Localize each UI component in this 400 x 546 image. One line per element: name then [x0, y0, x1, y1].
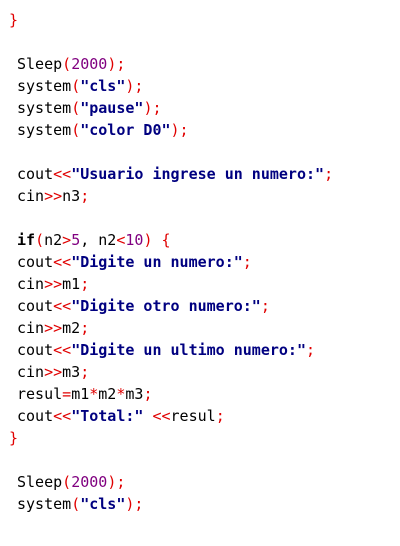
- code-token: (: [71, 99, 81, 117]
- code-token: cin: [17, 363, 45, 381]
- code-token: (: [71, 495, 81, 513]
- code-line: Sleep(2000);: [17, 471, 125, 493]
- code-token: m3: [125, 385, 144, 403]
- code-token: 2000: [71, 473, 108, 491]
- code-token: ;: [80, 275, 90, 293]
- code-line: resul=m1*m2*m3;: [17, 383, 152, 405]
- code-line: cout<<"Digite un numero:";: [17, 251, 252, 273]
- code-token: cin: [17, 187, 45, 205]
- code-line: cin>>n3;: [17, 185, 89, 207]
- code-token: "pause": [80, 99, 144, 117]
- code-token: "cls": [80, 77, 126, 95]
- code-line: cin>>m3;: [17, 361, 89, 383]
- code-token: ;: [260, 297, 270, 315]
- code-token: "cls": [80, 495, 126, 513]
- code-token: , n2: [80, 231, 117, 249]
- code-token: "Digite un ultimo numero:": [71, 341, 306, 359]
- code-token: (: [62, 55, 72, 73]
- code-line: Sleep(2000);: [17, 53, 125, 75]
- code-token: cout: [17, 407, 54, 425]
- code-line: cin>>m2;: [17, 317, 89, 339]
- code-token: >: [62, 231, 72, 249]
- code-line: system("cls");: [17, 493, 143, 515]
- code-token: ;: [242, 253, 252, 271]
- code-token: resul: [170, 407, 216, 425]
- code-token: <<: [53, 407, 72, 425]
- code-token: <<: [53, 165, 72, 183]
- code-token: 5: [71, 231, 81, 249]
- code-token: 10: [125, 231, 144, 249]
- code-token: system: [17, 99, 72, 117]
- code-token: );: [143, 99, 162, 117]
- code-token: m1: [62, 275, 81, 293]
- code-token: m3: [62, 363, 81, 381]
- code-token: "Total:": [71, 407, 144, 425]
- code-token: n2: [44, 231, 63, 249]
- code-token: }: [9, 11, 19, 29]
- code-token: <<: [152, 407, 171, 425]
- code-token: <<: [53, 297, 72, 315]
- code-line: }: [9, 427, 18, 449]
- code-token: cin: [17, 319, 45, 337]
- code-token: cin: [17, 275, 45, 293]
- code-token: "Digite otro numero:": [71, 297, 261, 315]
- code-token: >>: [44, 275, 63, 293]
- code-token: ;: [143, 385, 153, 403]
- code-token: m2: [98, 385, 117, 403]
- code-line: if(n2>5, n2<10) {: [17, 229, 171, 251]
- code-line: }: [9, 9, 18, 31]
- code-token: cout: [17, 297, 54, 315]
- code-line: system("cls");: [17, 75, 143, 97]
- code-token: resul: [17, 385, 63, 403]
- code-token: <<: [53, 341, 72, 359]
- code-token: >>: [44, 187, 63, 205]
- code-line: cout<<"Total:" <<resul;: [17, 405, 225, 427]
- code-token: );: [125, 77, 144, 95]
- code-token: cout: [17, 165, 54, 183]
- code-token: <<: [53, 253, 72, 271]
- code-token: =: [62, 385, 72, 403]
- code-line: cout<<"Digite un ultimo numero:";: [17, 339, 315, 361]
- code-token: (: [71, 77, 81, 95]
- code-editor[interactable]: } Sleep(2000); system("cls"); system("pause…: [0, 0, 400, 546]
- code-token: ;: [80, 187, 90, 205]
- code-token: if: [17, 231, 36, 249]
- code-token: "Usuario ingrese un numero:": [71, 165, 325, 183]
- code-token: (: [71, 121, 81, 139]
- code-line: cout<<"Usuario ingrese un numero:";: [17, 163, 333, 185]
- code-token: );: [125, 495, 144, 513]
- code-token: (: [35, 231, 45, 249]
- code-token: *: [89, 385, 99, 403]
- code-token: ;: [80, 363, 90, 381]
- code-token: "Digite un numero:": [71, 253, 243, 271]
- code-token: Sleep: [17, 473, 63, 491]
- code-token: ) {: [143, 231, 171, 249]
- code-token: cout: [17, 253, 54, 271]
- code-token: ;: [324, 165, 334, 183]
- code-token: (: [62, 473, 72, 491]
- code-token: 2000: [71, 55, 108, 73]
- code-line: system("color D0");: [17, 119, 189, 141]
- code-token: m1: [71, 385, 90, 403]
- code-token: >>: [44, 363, 63, 381]
- code-token: ;: [80, 319, 90, 337]
- code-token: Sleep: [17, 55, 63, 73]
- code-token: ;: [306, 341, 316, 359]
- code-token: >>: [44, 319, 63, 337]
- code-token: system: [17, 121, 72, 139]
- code-token: n3: [62, 187, 81, 205]
- code-token: ;: [215, 407, 225, 425]
- code-token: }: [9, 429, 19, 447]
- code-token: );: [170, 121, 189, 139]
- code-token: system: [17, 77, 72, 95]
- code-line: system("pause");: [17, 97, 162, 119]
- code-token: cout: [17, 341, 54, 359]
- code-token: system: [17, 495, 72, 513]
- code-token: "color D0": [80, 121, 171, 139]
- code-line: cin>>m1;: [17, 273, 89, 295]
- code-token: );: [107, 55, 126, 73]
- code-token: );: [107, 473, 126, 491]
- code-line: cout<<"Digite otro numero:";: [17, 295, 270, 317]
- code-token: m2: [62, 319, 81, 337]
